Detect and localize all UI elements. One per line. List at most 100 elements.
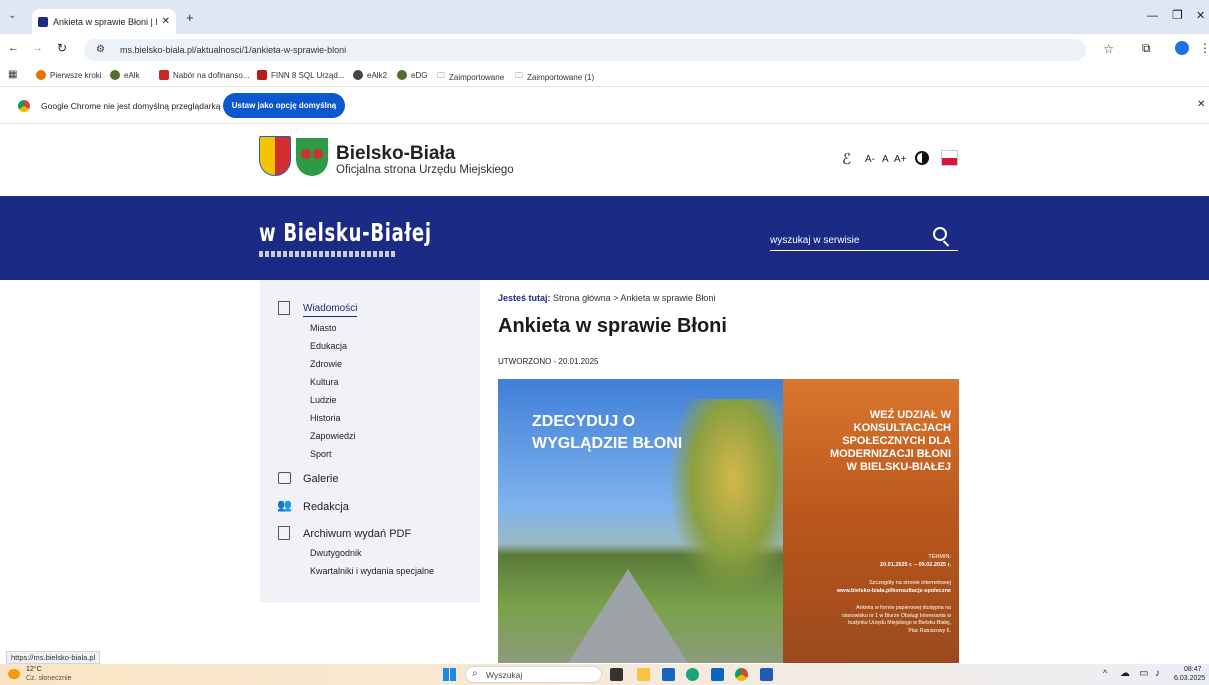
hero-details-text: Szczegóły na stronie internetowej (869, 580, 951, 586)
set-default-button[interactable]: Ustaw jako opcję domyślną (223, 93, 345, 118)
bookmark-label: FINN 8 SQL Urząd... (271, 70, 345, 80)
default-browser-infobar: Google Chrome nie jest domyślną przegląd… (0, 88, 1209, 124)
hero-right-line-4: MODERNIZACJI BŁONI (830, 448, 951, 460)
back-icon[interactable]: ← (8, 42, 19, 54)
bookmark-ealk2[interactable]: eAlk2 (353, 70, 387, 80)
sidebar-subitem-historia[interactable]: Historia (310, 413, 341, 423)
bookmark-ealk[interactable]: eAlk (110, 70, 140, 80)
sidebar-subitem-edukacja[interactable]: Edukacja (310, 341, 347, 351)
volume-icon[interactable]: ♪ (1155, 668, 1160, 679)
tray-chevron-icon[interactable]: ^ (1103, 668, 1107, 678)
sidebar-subitem-zdrowie[interactable]: Zdrowie (310, 359, 342, 369)
file-explorer-icon[interactable] (637, 668, 650, 681)
breadcrumb-path[interactable]: Strona główna > Ankieta w sprawie Błoni (553, 293, 715, 303)
hero-right-line-3: SPOŁECZNYCH DLA (842, 435, 951, 447)
tab-search-icon[interactable]: ⌄ (8, 10, 16, 21)
tab-title: Ankieta w sprawie Błoni | Maga (53, 16, 157, 27)
page-title: Ankieta w sprawie Błoni (498, 315, 727, 337)
hearing-icon[interactable]: ℰ (842, 150, 851, 168)
bookmark-finn[interactable]: FINN 8 SQL Urząd... (257, 70, 345, 80)
bookmark-icon (159, 70, 169, 80)
reload-icon[interactable]: ↻ (57, 41, 67, 55)
bookmark-star-icon[interactable]: ☆ (1103, 42, 1114, 56)
sidebar-subitem-kwartalniki[interactable]: Kwartalniki i wydania specjalne (310, 566, 434, 576)
taskbar-search[interactable]: ⌕ Wyszukaj (465, 666, 602, 683)
bookmark-icon (397, 70, 407, 80)
site-info-icon[interactable]: ⚙ (96, 44, 105, 55)
sidebar-subitem-kultura[interactable]: Kultura (310, 377, 339, 387)
new-tab-button[interactable]: + (186, 10, 194, 25)
bookmark-nabor[interactable]: Nabór na dofinanso... (159, 70, 250, 80)
bookmark-folder-zaimportowane[interactable]: 🗀 Zaimportowane (437, 70, 504, 84)
city-coat-of-arms[interactable] (259, 136, 291, 176)
address-bar[interactable]: ⚙ ms.bielsko-biala.pl/aktualnosci/1/anki… (84, 39, 1114, 61)
weather-icon[interactable] (8, 669, 20, 679)
clock-date[interactable]: 6.03.2025 (1174, 675, 1205, 682)
font-increase-button[interactable]: A+ (894, 154, 907, 165)
hero-paper-line-3: budynku Urzędu Miejskiego w Bielsku-Biał… (848, 620, 951, 626)
network-icon[interactable]: ▭ (1139, 668, 1148, 679)
polish-flag-icon[interactable] (941, 150, 958, 166)
extensions-icon[interactable]: ⧉ (1142, 41, 1151, 56)
clock-time[interactable]: 08:47 (1184, 666, 1202, 673)
start-button-icon[interactable] (443, 668, 456, 681)
sidebar-subitem-sport[interactable]: Sport (310, 449, 332, 459)
weather-desc[interactable]: Cz. słonecznie (26, 675, 72, 682)
cloud-icon[interactable]: ☁ (1120, 668, 1130, 679)
folder-icon: 🗀 (515, 71, 523, 80)
window-close-icon[interactable]: ✕ (1196, 9, 1205, 22)
sidebar-subitem-zapowiedzi[interactable]: Zapowiedzi (310, 431, 356, 441)
sidebar: Wiadomości Miasto Edukacja Zdrowie Kultu… (260, 280, 480, 603)
active-tab[interactable]: Ankieta w sprawie Błoni | Maga ✕ (32, 9, 176, 34)
store-icon[interactable] (662, 668, 675, 681)
word-icon[interactable] (760, 668, 773, 681)
minimize-icon[interactable]: — (1147, 10, 1158, 22)
restore-icon[interactable]: ❐ (1172, 8, 1183, 22)
chrome-taskbar-icon[interactable] (735, 668, 748, 681)
hero-term: TERMIN: 20.01.2025 r. – 09.02.2025 r. (880, 553, 951, 569)
bookmark-label: Pierwsze kroki (50, 70, 102, 80)
news-icon (278, 301, 290, 315)
site-title[interactable]: Bielsko-Biała (336, 143, 455, 165)
sidebar-subitem-ludzie[interactable]: Ludzie (310, 395, 337, 405)
bookmark-pierwsze-kroki[interactable]: Pierwsze kroki (36, 70, 102, 80)
hero-left-line-2: WYGLĄDZIE BŁONI (532, 435, 683, 452)
toolbar: ← → ↻ ⚙ ms.bielsko-biala.pl/aktualnosci/… (0, 34, 1209, 64)
hero-right-heading: WEŹ UDZIAŁ W KONSULTACJACH SPOŁECZNYCH D… (830, 409, 951, 474)
font-normal-button[interactable]: A (882, 154, 889, 165)
sidebar-subitem-miasto[interactable]: Miasto (310, 323, 337, 333)
site-favicon (38, 16, 48, 27)
outlook-icon[interactable] (711, 668, 724, 681)
sidebar-item-archiwum[interactable]: Archiwum wydań PDF (303, 528, 411, 540)
task-view-icon[interactable] (610, 668, 623, 681)
hero-term-label: TERMIN: (928, 554, 951, 560)
sidebar-item-galerie[interactable]: Galerie (303, 473, 338, 485)
sidebar-item-wiadomosci[interactable]: Wiadomości (303, 303, 358, 317)
tab-close-icon[interactable]: ✕ (162, 16, 170, 27)
weather-temp[interactable]: 12°C (26, 666, 42, 673)
city-emblem-icon[interactable] (296, 138, 328, 176)
magazine-banner: w Bielsku-Białej (0, 196, 1209, 280)
breadcrumb-prefix: Jesteś tutaj: (498, 293, 551, 303)
bookmark-label: eAlk2 (367, 70, 388, 80)
infobar-close-icon[interactable]: ✕ (1197, 99, 1205, 110)
font-decrease-button[interactable]: A- (865, 154, 875, 165)
emblem-dot-icon (313, 149, 323, 159)
bookmark-label: Zaimportowane (1) (527, 72, 595, 82)
search-icon[interactable] (933, 227, 947, 241)
hero-paper-info: Ankieta w formie papierowej dostępna na … (842, 605, 951, 635)
site-header: Bielsko-Biała Oficjalna strona Urzędu Mi… (0, 124, 1209, 196)
forward-icon[interactable]: → (32, 42, 43, 54)
sidebar-item-redakcja[interactable]: Redakcja (303, 501, 349, 513)
edge-icon[interactable] (686, 668, 699, 681)
contrast-icon[interactable] (915, 151, 929, 165)
magazine-logo[interactable]: w Bielsku-Białej (259, 218, 432, 247)
menu-icon[interactable]: ⋮ (1199, 41, 1209, 55)
taskbar-search-icon: ⌕ (472, 668, 478, 679)
sidebar-subitem-dwutygodnik[interactable]: Dwutygodnik (310, 548, 362, 558)
bookmark-edg[interactable]: eDG (397, 70, 427, 80)
bookmark-folder-zaimportowane-1[interactable]: 🗀 Zaimportowane (1) (515, 70, 594, 84)
search-input[interactable] (770, 231, 958, 251)
apps-icon[interactable]: ▦ (8, 69, 17, 80)
profile-icon[interactable] (1175, 41, 1189, 55)
